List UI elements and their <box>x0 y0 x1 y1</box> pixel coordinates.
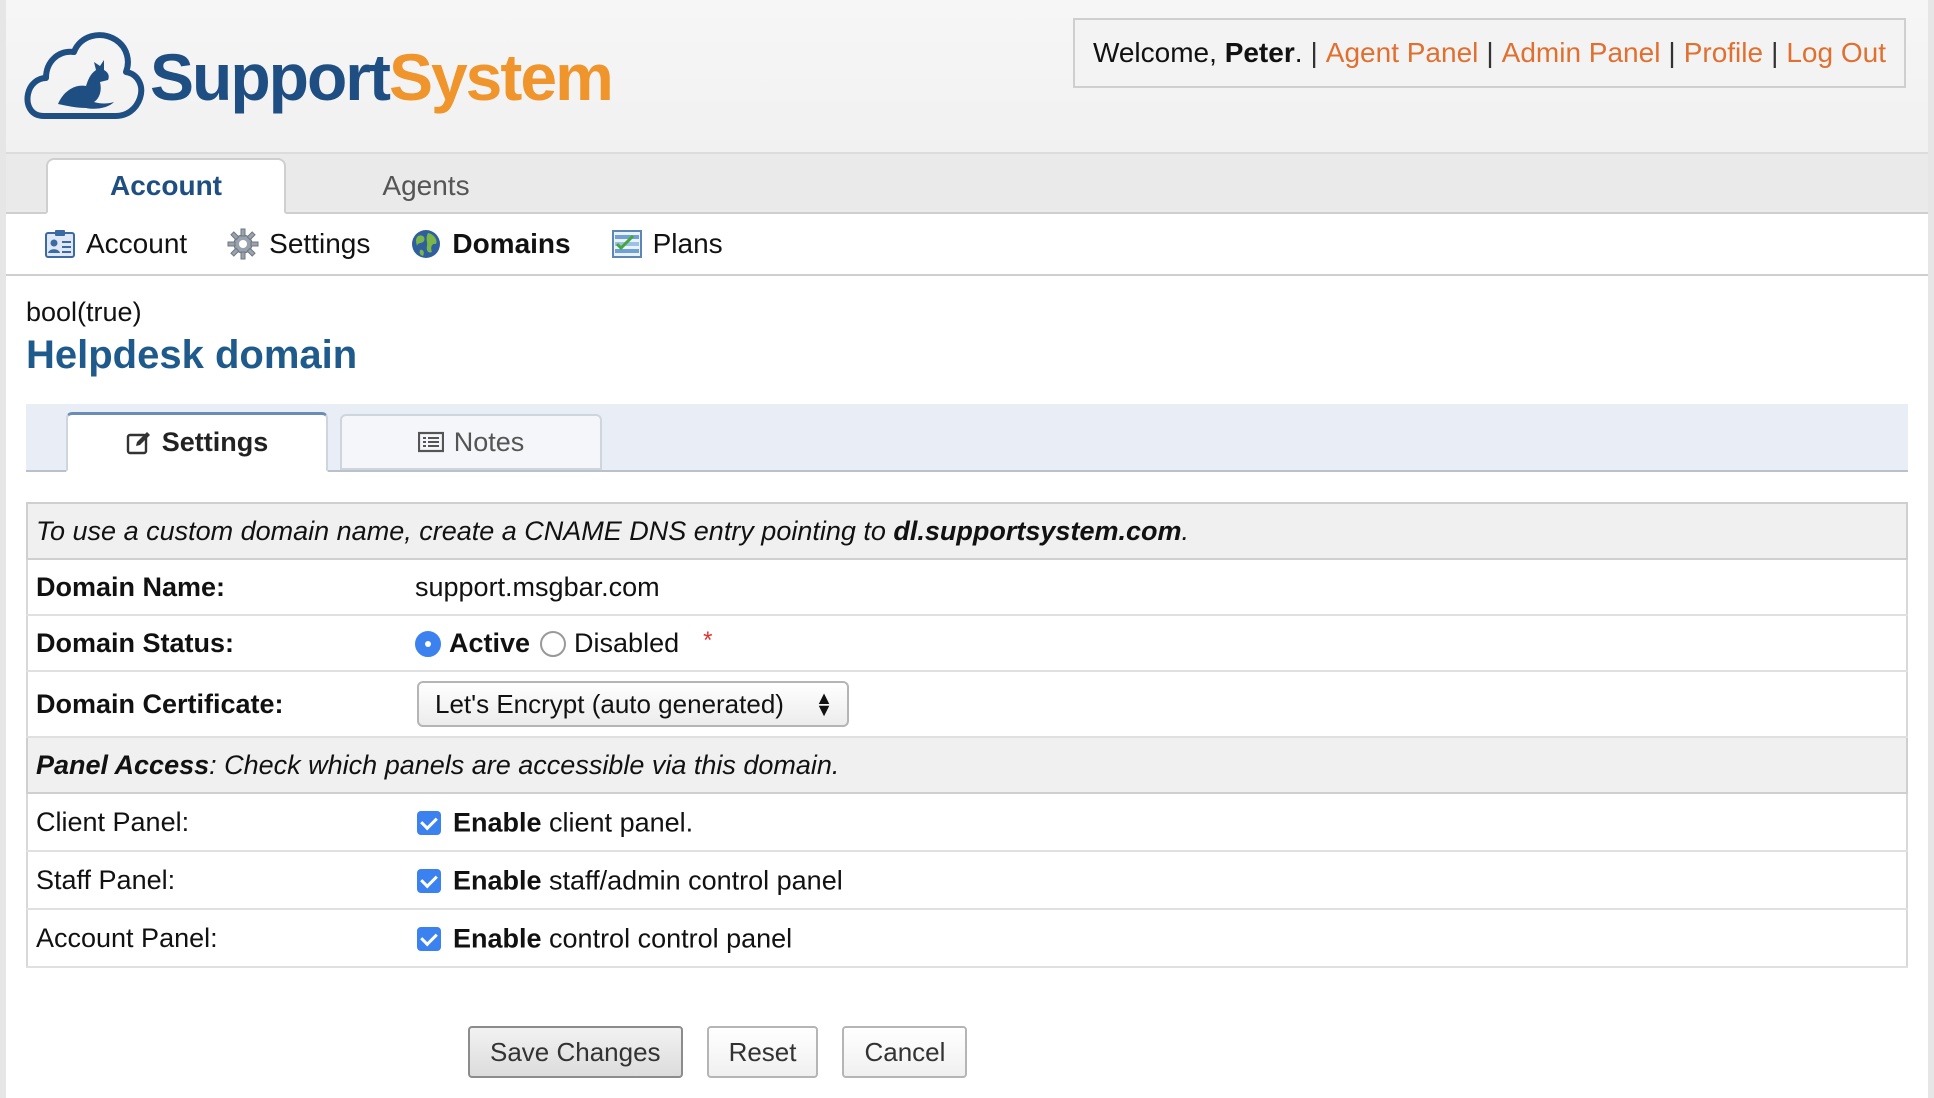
staff-panel-text: Enable staff/admin control panel <box>453 865 843 896</box>
status-disabled-radio[interactable] <box>540 630 567 657</box>
save-changes-button[interactable]: Save Changes <box>468 1026 683 1078</box>
domain-name-value: support.msgbar.com <box>407 559 1907 616</box>
domain-name-row: Domain Name: support.msgbar.com <box>27 559 1907 616</box>
cancel-button[interactable]: Cancel <box>842 1026 968 1078</box>
tab-account[interactable]: Account <box>46 158 286 214</box>
agent-panel-link[interactable]: Agent Panel <box>1326 37 1479 69</box>
panel-access-row: Panel Access: Check which panels are acc… <box>26 736 1908 794</box>
contact-card-icon <box>45 230 75 258</box>
header: SupportSystem Welcome, Peter. | Agent Pa… <box>6 0 1928 152</box>
panel-access-title: Panel Access <box>36 749 210 780</box>
status-disabled-label[interactable]: Disabled <box>574 628 679 658</box>
domain-certificate-label: Domain Certificate: <box>27 671 407 738</box>
domain-status-row: Domain Status: Active Disabled * <box>27 615 1907 672</box>
tab-notes[interactable]: Notes <box>340 414 602 470</box>
client-panel-text: Enable client panel. <box>453 807 694 838</box>
domain-form: To use a custom domain name, create a CN… <box>26 502 1908 968</box>
kangaroo-cloud-icon <box>24 32 145 119</box>
status-active-radio[interactable] <box>415 630 441 657</box>
subnav-label: Domains <box>452 228 571 259</box>
account-panel-checkbox[interactable] <box>417 926 441 951</box>
staff-panel-row: Staff Panel: Enable staff/admin control … <box>27 851 1907 910</box>
subnav-item-plans[interactable]: Plans <box>611 228 723 260</box>
tab-label: Notes <box>453 426 525 457</box>
sub-nav: Account Settings Domains Plans <box>6 214 1928 276</box>
subnav-label: Account <box>86 228 188 259</box>
globe-icon <box>412 230 441 258</box>
logout-link[interactable]: Log Out <box>1786 37 1886 69</box>
client-panel-label: Client Panel: <box>27 793 407 852</box>
edit-icon <box>126 431 150 454</box>
content-tabs: Settings Notes <box>26 404 1908 472</box>
main-tabs: Account Agents <box>6 152 1928 214</box>
cname-host: dl.supportsystem.com <box>893 515 1182 546</box>
form-buttons: Save Changes Reset Cancel <box>468 1026 991 1078</box>
domain-certificate-row: Domain Certificate: Let's Encrypt (auto … <box>27 671 1907 738</box>
logo[interactable]: SupportSystem <box>24 22 614 132</box>
subnav-item-settings[interactable]: Settings <box>227 228 370 260</box>
content: bool(true) Helpdesk domain Settings Note… <box>26 290 1908 968</box>
admin-panel-link[interactable]: Admin Panel <box>1502 37 1661 69</box>
gear-icon <box>227 228 259 260</box>
checklist-icon <box>611 230 642 258</box>
account-panel-text: Enable control control panel <box>453 923 793 954</box>
status-active-label[interactable]: Active <box>449 628 530 658</box>
panel-access-info: Panel Access: Check which panels are acc… <box>26 736 1908 794</box>
tab-settings[interactable]: Settings <box>66 412 328 472</box>
tab-agents[interactable]: Agents <box>306 158 546 214</box>
cname-info-row: To use a custom domain name, create a CN… <box>26 502 1908 560</box>
page-title: Helpdesk domain <box>26 333 358 377</box>
domain-name-label: Domain Name: <box>27 559 407 616</box>
subnav-label: Plans <box>652 228 723 259</box>
user-name: Peter <box>1224 37 1295 68</box>
logo-text: SupportSystem <box>150 40 614 114</box>
required-marker: * <box>703 626 713 654</box>
profile-link[interactable]: Profile <box>1684 37 1763 69</box>
staff-panel-checkbox[interactable] <box>417 868 441 893</box>
app-window: SupportSystem Welcome, Peter. | Agent Pa… <box>0 0 1934 1098</box>
account-panel-label: Account Panel: <box>27 909 407 968</box>
welcome-box: Welcome, Peter. | Agent Panel | Admin Pa… <box>1072 18 1906 88</box>
client-panel-checkbox[interactable] <box>417 810 441 835</box>
subnav-item-account[interactable]: Account <box>44 228 187 260</box>
reset-button[interactable]: Reset <box>706 1026 819 1078</box>
client-panel-row: Client Panel: Enable client panel. <box>27 793 1907 852</box>
staff-panel-label: Staff Panel: <box>27 851 407 910</box>
account-panel-row: Account Panel: Enable control control pa… <box>27 909 1907 968</box>
cname-info: To use a custom domain name, create a CN… <box>26 502 1908 560</box>
select-arrows-icon: ▲ ▼ <box>815 688 833 720</box>
welcome-prefix: Welcome, <box>1092 37 1217 68</box>
subnav-item-domains[interactable]: Domains <box>410 228 571 260</box>
notes-icon <box>417 431 444 453</box>
certificate-selected: Let's Encrypt (auto generated) <box>435 688 784 719</box>
debug-output: bool(true) <box>26 297 142 327</box>
certificate-select[interactable]: Let's Encrypt (auto generated) ▲ ▼ <box>417 681 849 727</box>
tab-label: Settings <box>161 427 269 457</box>
subnav-label: Settings <box>269 228 371 259</box>
domain-status-label: Domain Status: <box>27 615 407 672</box>
